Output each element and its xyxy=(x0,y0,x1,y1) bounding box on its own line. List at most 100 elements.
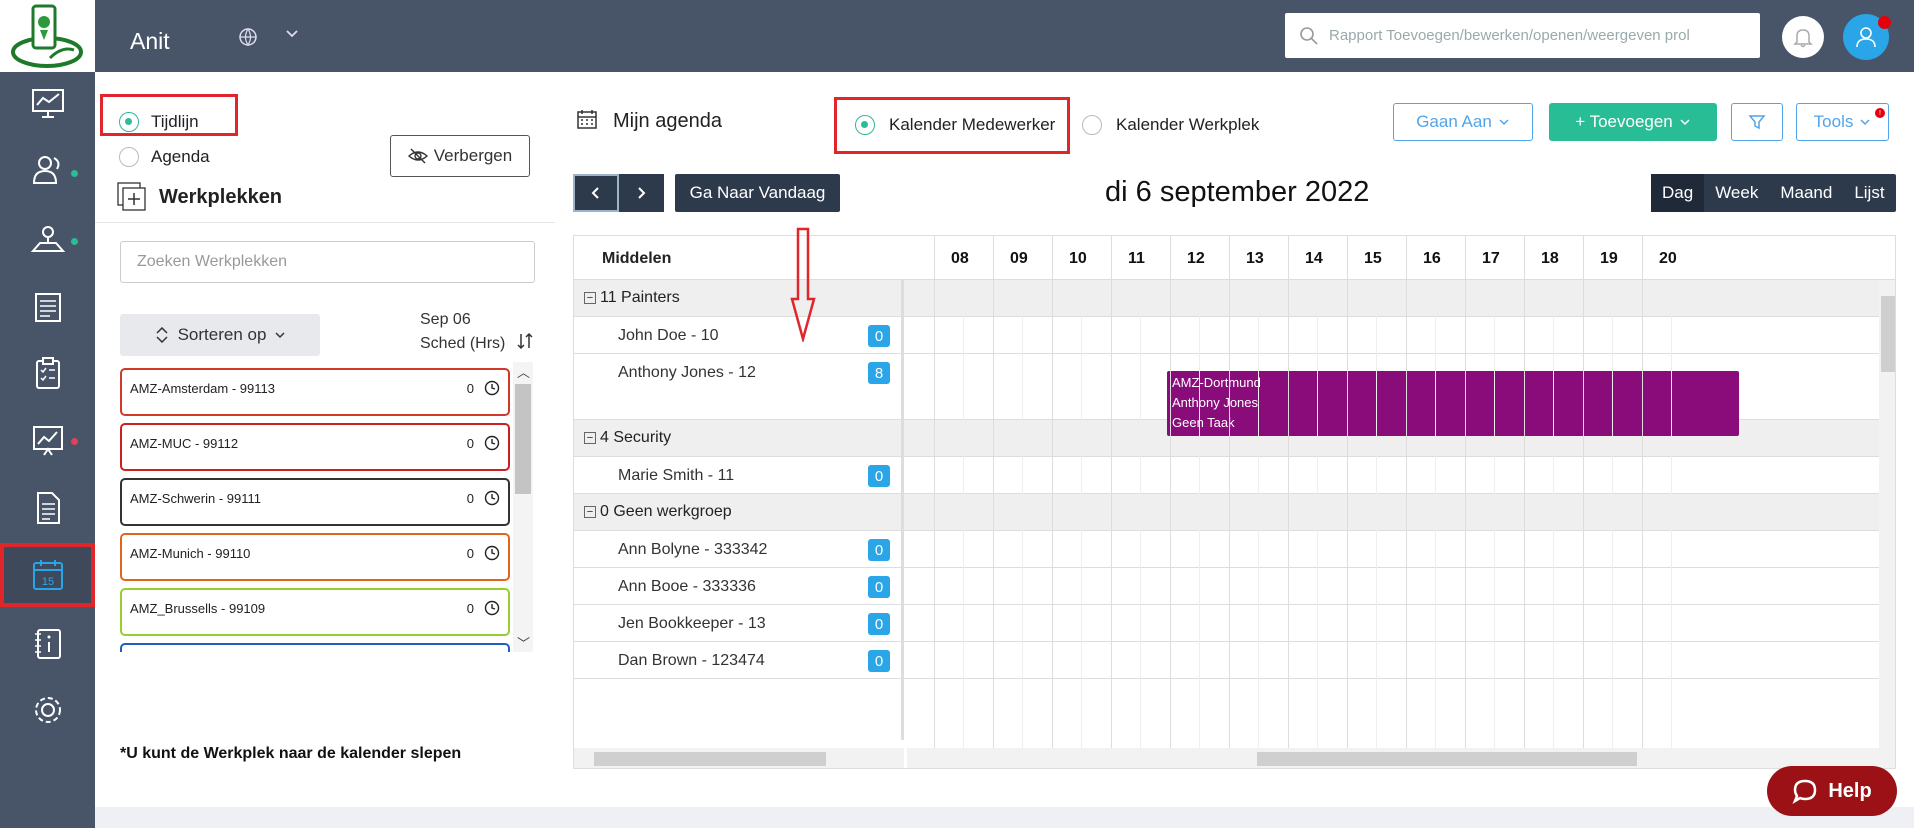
scrollbar-thumb[interactable] xyxy=(594,752,826,766)
option-agenda[interactable]: Agenda xyxy=(119,147,210,167)
hour-gridline xyxy=(993,236,994,748)
global-search[interactable] xyxy=(1285,13,1760,58)
hour-label: 13 xyxy=(1246,250,1264,267)
view-dag[interactable]: Dag xyxy=(1651,174,1705,212)
analytics-status-dot xyxy=(71,438,78,445)
chevron-down-icon xyxy=(275,332,285,339)
goto-button[interactable]: Gaan Aan xyxy=(1393,103,1533,141)
sort-button[interactable]: Sorteren op xyxy=(120,314,320,356)
workplace-card[interactable]: AMZ-Schwerin - 99111 0 xyxy=(120,478,510,526)
scrollbar-thumb[interactable] xyxy=(1881,296,1895,372)
rail-calendar[interactable]: 15 xyxy=(0,543,95,607)
radio-kalender-werkplek[interactable] xyxy=(1082,115,1102,135)
logo-icon xyxy=(11,4,83,68)
workplace-card[interactable]: AMZ_Brussells - 99109 0 xyxy=(120,588,510,636)
app-logo[interactable] xyxy=(0,0,95,72)
analytics-icon xyxy=(32,426,63,456)
hour-label: 18 xyxy=(1541,250,1559,267)
rail-users[interactable] xyxy=(0,139,95,201)
today-button[interactable]: Ga Naar Vandaag xyxy=(675,174,840,212)
divider xyxy=(95,222,555,223)
search-input[interactable] xyxy=(1329,27,1739,44)
workplace-card[interactable]: AMZ-Amsterdam - 99113 0 xyxy=(120,368,510,416)
workplace-search-input[interactable] xyxy=(120,241,535,283)
globe-icon[interactable] xyxy=(238,27,258,52)
rail-info[interactable] xyxy=(0,613,95,675)
hour-label: 10 xyxy=(1069,250,1087,267)
schedule-date: Sep 06 xyxy=(420,311,471,328)
search-icon xyxy=(1300,26,1318,45)
add-label: + Toevoegen xyxy=(1575,112,1673,131)
help-button[interactable]: Help xyxy=(1767,766,1897,816)
tools-button[interactable]: Tools xyxy=(1796,103,1889,141)
view-maand[interactable]: Maand xyxy=(1769,174,1843,212)
filter-button[interactable] xyxy=(1731,103,1783,141)
rail-dashboard[interactable] xyxy=(0,72,95,134)
hour-label: 09 xyxy=(1010,250,1028,267)
hour-gridline xyxy=(1406,236,1407,748)
half-hour-gridline xyxy=(1435,280,1436,748)
timeline-horizontal-scrollbar[interactable] xyxy=(907,748,1895,768)
radio-tijdlijn[interactable] xyxy=(119,112,139,132)
rail-reports[interactable] xyxy=(0,276,95,338)
rail-map[interactable] xyxy=(0,208,95,270)
workplace-name: AMZ-Munich - 99110 xyxy=(130,546,251,561)
chevron-down-icon[interactable] xyxy=(285,26,299,45)
workplaces-title: Werkplekken xyxy=(117,182,282,212)
option-kalender-werkplek[interactable]: Kalender Werkplek xyxy=(1082,115,1259,135)
workplace-card[interactable]: AMZ-Dresden - 991080 xyxy=(120,643,510,652)
workplaces-title-text: Werkplekken xyxy=(159,185,283,208)
prev-button[interactable] xyxy=(573,174,619,212)
scrollbar-thumb[interactable] xyxy=(1257,752,1637,766)
rail-settings[interactable] xyxy=(0,679,95,741)
nav-rail: 15 xyxy=(0,0,95,828)
grid-vertical-scrollbar[interactable] xyxy=(1879,280,1895,748)
rail-documents[interactable] xyxy=(0,477,95,539)
hide-button[interactable]: Verbergen xyxy=(390,135,530,177)
event-workplace: AMZ-Dortmund xyxy=(1172,375,1261,390)
goto-label: Gaan Aan xyxy=(1416,112,1492,131)
rail-checklist[interactable] xyxy=(0,342,95,404)
option-tijdlijn[interactable]: Tijdlijn xyxy=(119,112,199,132)
schedule-label: Sched (Hrs) xyxy=(420,335,506,352)
sort-icon xyxy=(156,327,168,343)
next-button[interactable] xyxy=(618,174,664,212)
document-icon xyxy=(36,492,60,524)
workplaces-panel: Tijdlijn Agenda Verbergen Werkplekken So… xyxy=(95,72,555,807)
add-button[interactable]: + Toevoegen xyxy=(1549,103,1717,141)
notifications-button[interactable] xyxy=(1782,16,1824,58)
hour-gridline xyxy=(1642,236,1643,748)
hide-label: Verbergen xyxy=(433,146,513,165)
workplace-card[interactable]: AMZ-MUC - 99112 0 xyxy=(120,423,510,471)
option-label: Kalender Medewerker xyxy=(889,115,1056,134)
user-icon xyxy=(1856,27,1876,48)
info-icon xyxy=(34,629,61,659)
sort-order-icon[interactable] xyxy=(517,332,533,355)
svg-text:15: 15 xyxy=(41,576,53,588)
option-label: Kalender Werkplek xyxy=(1116,115,1260,134)
view-lijst[interactable]: Lijst xyxy=(1843,174,1895,212)
workplace-list-scrollbar[interactable]: ︿ ﹀ xyxy=(513,362,533,652)
calendar-icon: 15 xyxy=(32,560,63,590)
hour-label: 15 xyxy=(1364,250,1382,267)
calendar-event[interactable]: AMZ-Dortmund Anthony Jones Geen Taak xyxy=(1167,371,1739,436)
workplace-name: AMZ-MUC - 99112 xyxy=(130,436,239,451)
clock-icon xyxy=(484,600,500,616)
option-kalender-medewerker[interactable]: Kalender Medewerker xyxy=(855,115,1055,135)
radio-kalender-medewerker[interactable] xyxy=(855,115,875,135)
map-status-dot xyxy=(71,238,78,245)
rail-analytics[interactable] xyxy=(0,410,95,472)
hour-label: 17 xyxy=(1482,250,1500,267)
help-label: Help xyxy=(1828,779,1872,802)
resources-horizontal-scrollbar[interactable] xyxy=(574,748,904,768)
hour-label: 19 xyxy=(1600,250,1618,267)
workplace-card[interactable]: AMZ-Munich - 99110 0 xyxy=(120,533,510,581)
radio-agenda[interactable] xyxy=(119,147,139,167)
scrollbar-thumb[interactable] xyxy=(515,384,531,494)
view-switcher: Dag Week Maand Lijst xyxy=(1651,174,1896,212)
hour-label: 20 xyxy=(1659,250,1677,267)
view-week[interactable]: Week xyxy=(1704,174,1769,212)
scroll-up-icon[interactable]: ︿ xyxy=(517,362,530,381)
scroll-down-icon[interactable]: ﹀ xyxy=(517,633,530,652)
half-hour-gridline xyxy=(1612,280,1613,748)
